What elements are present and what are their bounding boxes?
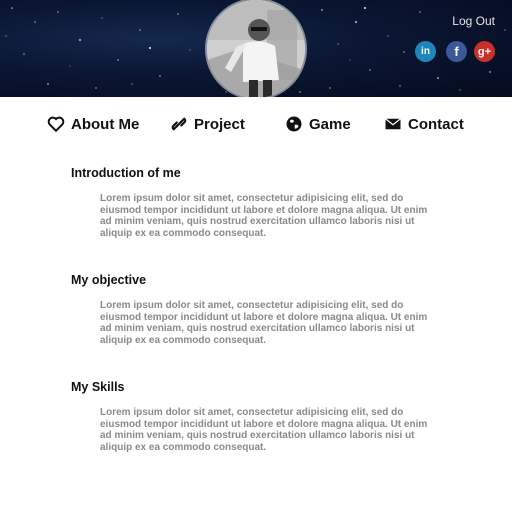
header-banner: Log Out in f g+: [0, 0, 512, 97]
section-body: Lorem ipsum dolor sit amet, consectetur …: [100, 300, 428, 346]
section-title: Introduction of me: [71, 166, 181, 180]
globe-icon: [285, 115, 303, 133]
section-skills: My Skills Lorem ipsum dolor sit amet, co…: [71, 380, 431, 453]
link-icon: [170, 115, 188, 133]
google-plus-icon-label: g+: [477, 45, 492, 58]
nav-label-about-me: About Me: [71, 115, 140, 133]
section-introduction: Introduction of me Lorem ipsum dolor sit…: [71, 166, 431, 239]
main-nav: About Me Project Game Contact: [0, 110, 512, 138]
section-title: My objective: [71, 273, 147, 287]
nav-label-contact: Contact: [408, 115, 464, 133]
google-plus-icon[interactable]: g+: [474, 41, 495, 62]
linkedin-icon-label: in: [421, 46, 430, 57]
nav-label-game: Game: [309, 115, 351, 133]
envelope-icon: [384, 115, 402, 133]
nav-item-about-me[interactable]: About Me: [47, 110, 139, 138]
section-title: My Skills: [71, 380, 125, 394]
heart-icon: [47, 115, 65, 133]
nav-label-project: Project: [194, 115, 245, 133]
nav-item-game[interactable]: Game: [285, 110, 351, 138]
section-body: Lorem ipsum dolor sit amet, consectetur …: [100, 193, 428, 239]
logout-link[interactable]: Log Out: [452, 14, 495, 28]
facebook-icon[interactable]: f: [446, 41, 467, 62]
section-objective: My objective Lorem ipsum dolor sit amet,…: [71, 273, 431, 346]
linkedin-icon[interactable]: in: [415, 41, 436, 62]
nav-item-project[interactable]: Project: [170, 110, 245, 138]
facebook-icon-label: f: [454, 44, 459, 59]
section-body: Lorem ipsum dolor sit amet, consectetur …: [100, 407, 428, 453]
profile-avatar: [207, 0, 305, 97]
nav-item-contact[interactable]: Contact: [384, 110, 464, 138]
